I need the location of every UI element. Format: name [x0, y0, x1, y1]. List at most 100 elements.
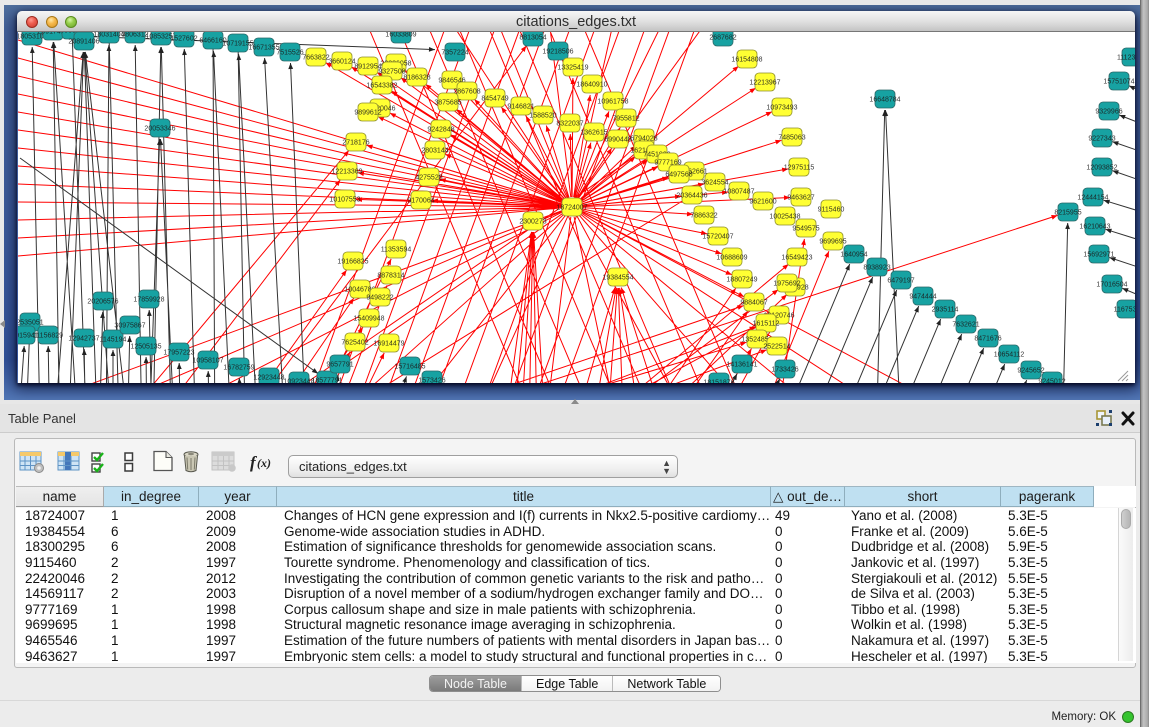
svg-text:16033809: 16033809: [385, 32, 416, 39]
svg-text:20206576: 20206576: [87, 299, 118, 306]
svg-text:9498222: 9498222: [366, 295, 393, 302]
svg-text:16154808: 16154808: [731, 57, 762, 64]
svg-text:12093852: 12093852: [1086, 165, 1117, 172]
svg-text:19218506: 19218506: [542, 49, 573, 56]
svg-text:11156829: 11156829: [33, 333, 63, 340]
svg-text:20891406: 20891406: [68, 39, 99, 46]
svg-text:9699695: 9699695: [819, 239, 846, 246]
svg-text:16914479: 16914479: [373, 341, 404, 348]
svg-text:7955812: 7955812: [612, 116, 639, 123]
svg-text:7515526: 7515526: [276, 50, 303, 57]
svg-text:10654112: 10654112: [994, 352, 1025, 359]
svg-text:9245652: 9245652: [1017, 368, 1044, 375]
svg-text:17859928: 17859928: [133, 297, 164, 304]
svg-text:18577791: 18577791: [311, 378, 342, 384]
svg-text:10961758: 10961758: [597, 99, 628, 106]
svg-text:12444154: 12444154: [1077, 195, 1108, 202]
svg-text:15751074: 15751074: [1103, 79, 1134, 86]
svg-text:7357224: 7357224: [441, 50, 468, 57]
svg-text:9227343: 9227343: [1088, 136, 1115, 143]
svg-text:8186328: 8186328: [403, 75, 430, 82]
svg-text:6479197: 6479197: [887, 278, 914, 285]
svg-text:8454749: 8454749: [481, 96, 508, 103]
svg-text:9899612: 9899612: [354, 110, 381, 117]
svg-text:1573426: 1573426: [418, 378, 445, 384]
svg-text:3875685: 3875685: [434, 100, 461, 107]
svg-text:9146821: 9146821: [507, 104, 534, 111]
svg-text:9115460: 9115460: [818, 207, 845, 214]
svg-text:18640910: 18640910: [576, 82, 607, 89]
svg-text:9621600: 9621600: [749, 199, 776, 206]
svg-text:4275528: 4275528: [415, 175, 442, 182]
svg-text:12505135: 12505135: [130, 344, 161, 351]
svg-text:1527602: 1527602: [170, 36, 197, 43]
svg-text:9245012: 9245012: [1038, 379, 1065, 384]
svg-text:8813054: 8813054: [519, 35, 546, 42]
svg-text:1733426: 1733426: [771, 367, 798, 374]
svg-text:16648784: 16648784: [869, 97, 900, 104]
svg-text:8938923: 8938923: [863, 265, 890, 272]
svg-text:12923448: 12923448: [253, 375, 284, 382]
svg-text:9474444: 9474444: [909, 294, 936, 301]
svg-text:15716485: 15716485: [394, 364, 425, 371]
svg-text:17016504: 17016504: [1096, 282, 1127, 289]
svg-text:18807249: 18807249: [726, 277, 757, 284]
svg-text:14136141: 14136141: [726, 362, 757, 369]
svg-text:18031404: 18031404: [93, 32, 124, 39]
svg-text:2300273: 2300273: [519, 219, 546, 226]
svg-text:16543382: 16543382: [366, 83, 397, 90]
svg-text:8322037: 8322037: [556, 121, 583, 128]
svg-text:12213967: 12213967: [749, 80, 780, 87]
svg-text:13325419: 13325419: [557, 65, 588, 72]
svg-text:2687682: 2687682: [709, 35, 736, 42]
svg-text:18724007: 18724007: [556, 205, 587, 212]
svg-text:15720407: 15720407: [702, 234, 733, 241]
svg-text:9170064: 9170064: [407, 198, 434, 205]
svg-text:(x): (x): [257, 456, 271, 470]
svg-text:2935114: 2935114: [932, 307, 959, 314]
svg-text:7886322: 7886322: [690, 213, 717, 220]
svg-text:10807487: 10807487: [723, 189, 754, 196]
svg-text:1975692: 1975692: [773, 281, 800, 288]
svg-text:20364436: 20364436: [676, 193, 707, 200]
svg-text:10107553: 10107553: [329, 197, 360, 204]
svg-text:15692971: 15692971: [1083, 252, 1114, 259]
svg-text:2522514: 2522514: [763, 344, 790, 351]
svg-text:17957223: 17957223: [163, 350, 194, 357]
svg-text:1640954: 1640954: [840, 252, 867, 259]
svg-text:10688609: 10688609: [716, 255, 747, 262]
svg-text:16549423: 16549423: [781, 255, 812, 262]
svg-text:9884067: 9884067: [740, 300, 767, 307]
svg-text:18151876: 18151876: [703, 380, 734, 384]
svg-text:2803144: 2803144: [421, 148, 448, 155]
svg-text:3660124: 3660124: [328, 59, 355, 66]
svg-text:9463627: 9463627: [787, 195, 814, 202]
svg-text:9657791: 9657791: [326, 362, 353, 369]
svg-text:16671355: 16671355: [248, 45, 279, 52]
svg-text:1588520: 1588520: [529, 113, 556, 120]
svg-text:11353594: 11353594: [381, 247, 412, 254]
svg-text:19166825: 19166825: [337, 259, 368, 266]
svg-text:15409948: 15409948: [353, 316, 384, 323]
svg-text:11123804: 11123804: [1117, 55, 1135, 62]
svg-text:12942737: 12942737: [68, 336, 99, 343]
svg-text:30975867: 30975867: [114, 323, 145, 330]
svg-text:7632621: 7632621: [952, 322, 979, 329]
svg-text:3624554: 3624554: [701, 180, 728, 187]
svg-text:9549575: 9549575: [792, 226, 819, 233]
svg-text:7485063: 7485063: [778, 135, 805, 142]
svg-text:9329966: 9329966: [1095, 109, 1122, 116]
svg-text:19384554: 19384554: [602, 275, 633, 282]
svg-text:2718176: 2718176: [342, 140, 369, 147]
svg-text:1145194: 1145194: [100, 337, 127, 344]
svg-text:8471676: 8471676: [974, 336, 1001, 343]
svg-text:12975115: 12975115: [784, 165, 815, 172]
svg-text:1167534: 1167534: [1114, 307, 1135, 314]
svg-text:8215955: 8215955: [1054, 210, 1081, 217]
svg-text:10025438: 10025438: [769, 214, 800, 221]
svg-text:7625402: 7625402: [341, 340, 368, 347]
svg-text:1362615: 1362615: [580, 130, 607, 137]
svg-text:20053346: 20053346: [144, 126, 175, 133]
svg-text:7663822: 7663822: [302, 55, 329, 62]
svg-text:1615112: 1615112: [753, 321, 780, 328]
